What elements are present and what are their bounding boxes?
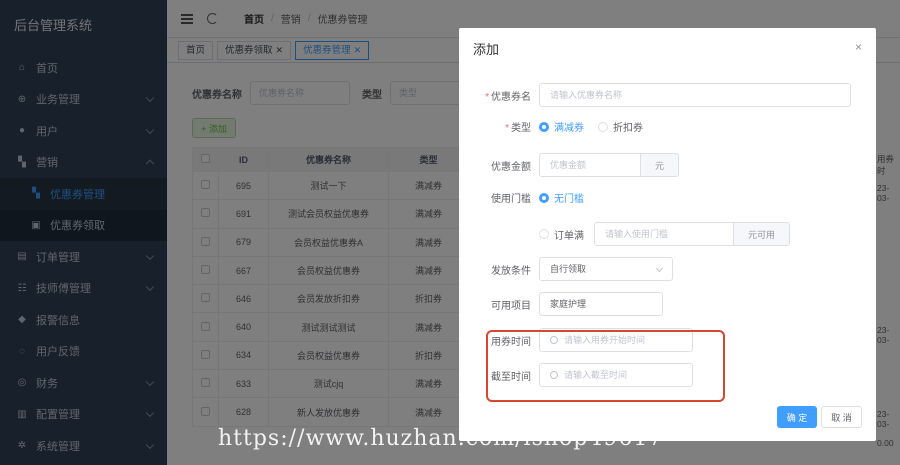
issue-value: 自行领取 (550, 264, 587, 274)
radio-order-threshold[interactable]: 订单满 (539, 227, 584, 242)
form-row-threshold: 使用门槛 无门槛 (459, 190, 598, 205)
radio-label: 折扣券 (613, 123, 643, 134)
radio-label: 无门槛 (554, 194, 584, 205)
threshold-suffix: 元可用 (734, 222, 790, 246)
coupon-name-input[interactable]: 请输入优惠券名称 (539, 83, 851, 107)
project-select[interactable]: 家庭护理 (539, 292, 663, 316)
issue-condition-select[interactable]: 自行领取 (539, 257, 673, 281)
threshold-input[interactable]: 请输入使用门槛 (594, 222, 734, 246)
type-label: 类型 (511, 123, 531, 134)
form-row-issue: 发放条件 自行领取 (459, 257, 673, 281)
amount-label: 优惠金额 (491, 161, 531, 173)
radio-discount[interactable]: 折扣券 (598, 119, 643, 134)
amount-input[interactable]: 优惠金额 (539, 153, 641, 177)
close-icon[interactable]: × (855, 40, 862, 54)
form-row-threshold-order: 订单满 请输入使用门槛 元可用 (459, 222, 790, 246)
dialog-title: 添加 (473, 42, 500, 57)
highlight-box (486, 330, 725, 402)
form-row-type: * 类型 满减券 折扣券 (459, 119, 657, 134)
watermark-text: https://www.huzhan.com/ishop49617 (218, 426, 664, 451)
threshold-label: 使用门槛 (491, 194, 531, 205)
radio-full-reduction[interactable]: 满减券 (539, 119, 584, 134)
issue-label: 发放条件 (491, 265, 531, 277)
form-row-name: * 优惠券名 请输入优惠券名称 (459, 83, 851, 107)
field-label-wrap: * 类型 (505, 123, 531, 134)
confirm-button[interactable]: 确 定 (777, 406, 817, 428)
amount-unit: 元 (641, 153, 679, 177)
radio-label: 满减券 (554, 123, 584, 134)
form-row-project: 可用项目 家庭护理 (459, 292, 663, 316)
field-label-wrap: * 优惠券名 (485, 91, 531, 103)
cancel-button[interactable]: 取 消 (821, 406, 862, 428)
radio-no-threshold[interactable]: 无门槛 (539, 190, 584, 205)
name-label: 优惠券名 (491, 91, 531, 103)
project-label: 可用项目 (491, 300, 531, 312)
radio-label: 订单满 (554, 230, 584, 242)
form-row-amount: 优惠金额 优惠金额 元 (459, 153, 679, 177)
chevron-down-icon (655, 264, 664, 273)
